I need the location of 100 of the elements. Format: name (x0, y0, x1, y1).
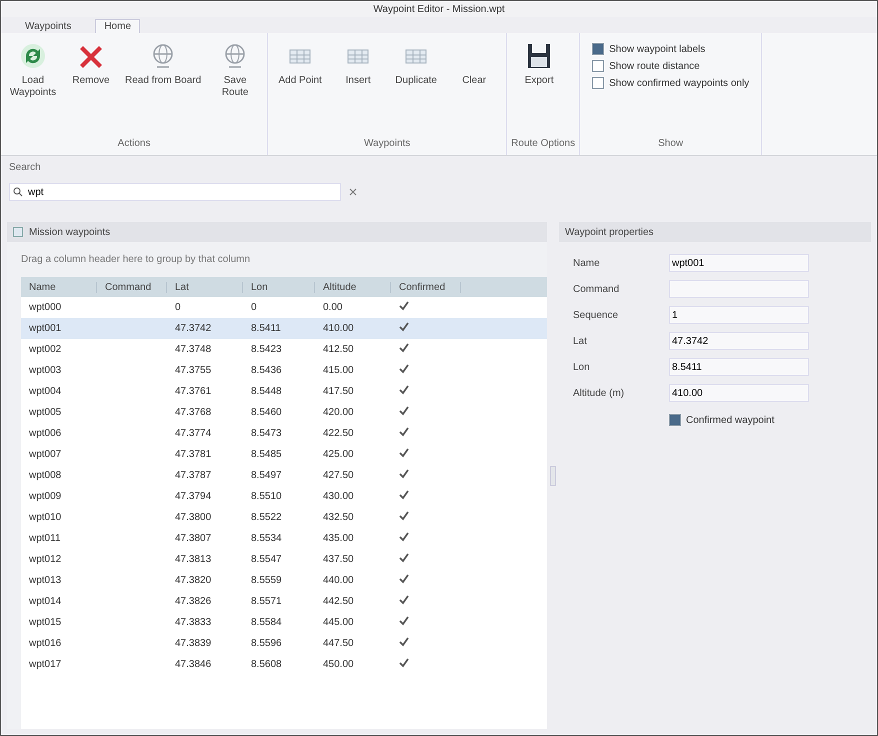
table-cell: 422.50 (323, 428, 354, 439)
ribbon-button[interactable]: Save Route (207, 37, 264, 138)
table-cell: 432.50 (323, 512, 354, 523)
table-cell: 47.3846 (175, 659, 212, 670)
table-cell: 47.3748 (175, 344, 212, 355)
table-row[interactable]: wpt000 0 0 0.00 (21, 297, 547, 318)
table-cell: wpt017 (29, 659, 62, 670)
table-cell: 8.5497 (251, 470, 282, 481)
table-cell: 440.00 (323, 575, 354, 586)
table-row[interactable]: wpt002 47.3748 8.5423 412.50 (21, 339, 547, 360)
checkbox-option[interactable]: Show route distance (592, 60, 750, 72)
refresh-icon (18, 41, 48, 71)
search-field[interactable]: wpt (9, 183, 341, 201)
table-row[interactable]: wpt009 47.3794 8.5510 430.00 (21, 486, 547, 507)
table-row[interactable]: wpt003 47.3755 8.5436 415.00 (21, 360, 547, 381)
clear-button[interactable] (347, 186, 359, 198)
ribbon-button[interactable]: Remove (63, 37, 119, 138)
table-cell: 437.50 (323, 554, 354, 565)
table-cell: 425.00 (323, 449, 354, 460)
table-row[interactable]: wpt016 47.3839 8.5596 447.50 (21, 633, 547, 654)
table-cell: 442.50 (323, 596, 354, 607)
table-cell: 47.3794 (175, 491, 212, 502)
table-cell: 47.3839 (175, 638, 212, 649)
table-cell: wpt011 (29, 533, 61, 544)
table-cell: 47.3787 (175, 470, 212, 481)
ribbon-button[interactable]: Duplicate (388, 37, 444, 138)
input-field[interactable] (669, 280, 809, 298)
checkbox-option[interactable]: Show confirmed waypoints only (592, 77, 750, 89)
table-row[interactable]: wpt015 47.3833 8.5584 445.00 (21, 612, 547, 633)
table-cell: 8.5473 (251, 428, 282, 439)
table-cell: 445.00 (323, 617, 354, 628)
table-cell: 435.00 (323, 533, 354, 544)
table-row[interactable]: wpt005 47.3768 8.5460 420.00 (21, 402, 547, 423)
table-cell: wpt013 (29, 575, 62, 586)
table-row[interactable]: wpt004 47.3761 8.5448 417.50 (21, 381, 547, 402)
field-label: Name (573, 258, 601, 268)
table-cell: 47.3755 (175, 365, 212, 376)
ribbon-button[interactable]: Clear (446, 37, 502, 138)
table-row[interactable]: wpt017 47.3846 8.5608 450.00 (21, 654, 547, 675)
table-cell: wpt002 (29, 344, 62, 355)
input-field[interactable]: 1 (669, 306, 809, 324)
input-field[interactable]: 47.3742 (669, 332, 809, 350)
table-cell: 47.3768 (175, 407, 212, 418)
table-cell: wpt005 (29, 407, 62, 418)
table-cell: 8.5510 (251, 491, 282, 502)
ribbon-button[interactable]: Load Waypoints (5, 37, 61, 138)
field-label: Lat (573, 336, 588, 346)
table-cell: 47.3774 (175, 428, 212, 439)
ribbon-tab[interactable]: Waypoints (17, 20, 80, 33)
table-cell: wpt015 (29, 617, 62, 628)
table-cell: 8.5423 (251, 344, 282, 355)
table-cell: 8.5485 (251, 449, 282, 460)
table-cell: wpt012 (29, 554, 62, 565)
table-row[interactable]: wpt006 47.3774 8.5473 422.50 (21, 423, 547, 444)
ribbon-button[interactable]: Read from Board (121, 37, 206, 138)
table-cell: 8.5448 (251, 386, 282, 397)
column-header[interactable]: Name (21, 282, 97, 292)
table-cell: wpt008 (29, 470, 62, 481)
table-cell: 47.3800 (175, 512, 212, 523)
search-label: Search (9, 162, 42, 173)
table-cell: 427.50 (323, 470, 354, 481)
column-header[interactable]: Command (97, 282, 167, 292)
table-cell: wpt004 (29, 386, 62, 397)
table-row[interactable]: wpt012 47.3813 8.5547 437.50 (21, 549, 547, 570)
ribbon-button[interactable]: Add Point (272, 37, 328, 138)
table-cell: wpt003 (29, 365, 62, 376)
table-row[interactable]: wpt013 47.3820 8.5559 440.00 (21, 570, 547, 591)
ribbon-tab[interactable]: Home (95, 19, 140, 33)
close-icon (349, 188, 357, 196)
table-cell: 47.3833 (175, 617, 212, 628)
column-header[interactable]: Confirmed (391, 282, 461, 292)
checkbox-option[interactable]: Show waypoint labels (592, 43, 750, 55)
search-icon (13, 187, 23, 197)
table-cell: 8.5608 (251, 659, 282, 670)
table-cell: 8.5584 (251, 617, 282, 628)
table-cell: 8.5571 (251, 596, 282, 607)
group-label: Actions (116, 138, 152, 151)
column-header[interactable]: Lat (167, 282, 243, 292)
column-header[interactable]: Altitude (315, 282, 391, 292)
table-row[interactable]: wpt014 47.3826 8.5571 442.50 (21, 591, 547, 612)
input-field[interactable]: 8.5411 (669, 358, 809, 376)
table-cell: wpt000 (29, 302, 62, 313)
table-cell: 412.50 (323, 344, 354, 355)
table-row[interactable]: wpt010 47.3800 8.5522 432.50 (21, 507, 547, 528)
table-cell: 410.00 (323, 323, 354, 334)
ribbon-button[interactable]: Insert (330, 37, 386, 138)
input-field[interactable]: 410.00 (669, 384, 809, 402)
table-row[interactable]: wpt007 47.3781 8.5485 425.00 (21, 444, 547, 465)
panel-title: Waypoint properties (565, 226, 654, 238)
ribbon-button[interactable]: Export (511, 37, 568, 138)
group-hint: Drag a column header here to group by that column (20, 253, 252, 267)
collapse-button[interactable] (550, 466, 556, 486)
table-row[interactable]: wpt001 47.3742 8.5411 410.00 (21, 318, 547, 339)
table-cell: 415.00 (323, 365, 354, 376)
checkbox-option[interactable]: Confirmed waypoint (559, 414, 871, 426)
table-row[interactable]: wpt008 47.3787 8.5497 427.50 (21, 465, 547, 486)
table-row[interactable]: wpt011 47.3807 8.5534 435.00 (21, 528, 547, 549)
column-header[interactable]: Lon (243, 282, 315, 292)
input-field[interactable]: wpt001 (669, 254, 809, 272)
table-cell: wpt010 (29, 512, 62, 523)
